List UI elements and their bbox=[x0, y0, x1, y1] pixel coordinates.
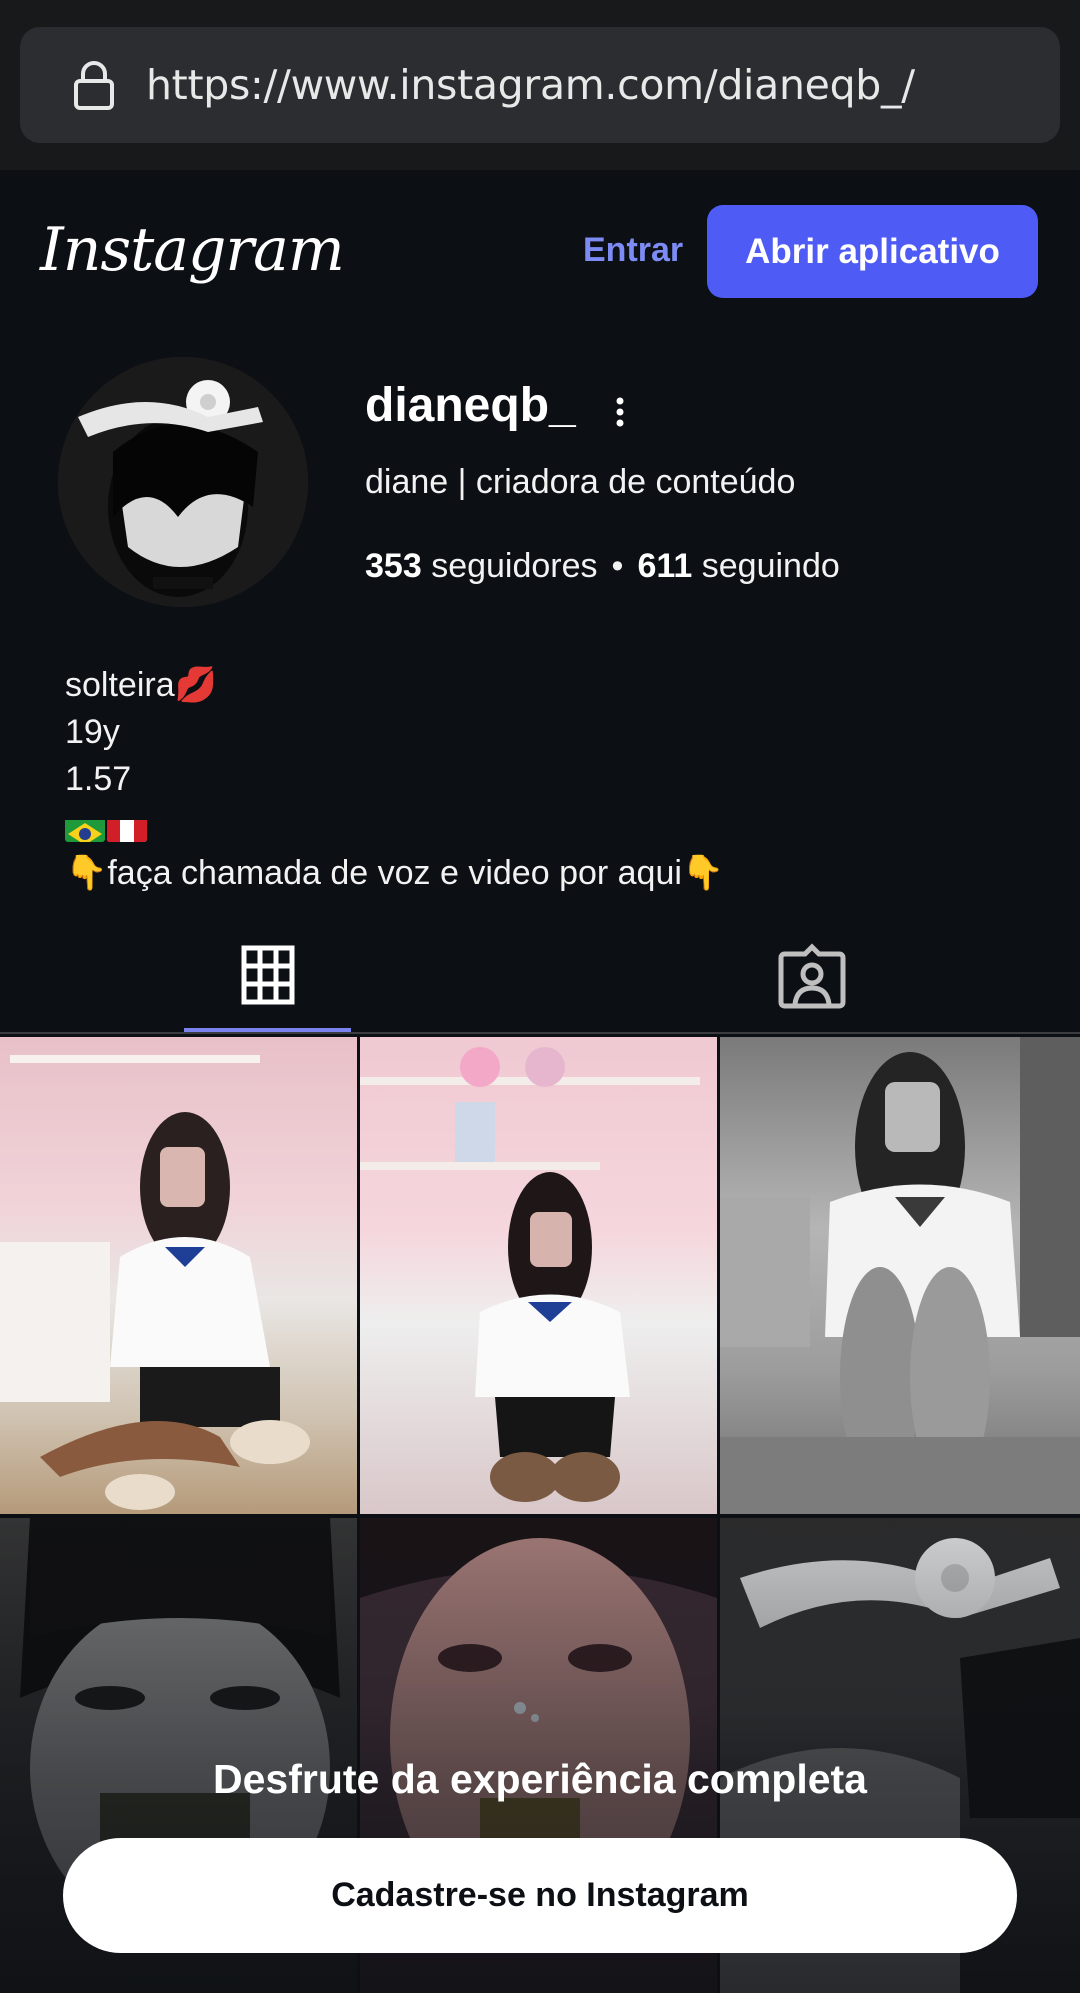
profile-username: dianeqb_ bbox=[365, 379, 576, 432]
instagram-logo[interactable]: Instagram bbox=[40, 215, 345, 285]
avatar[interactable] bbox=[58, 357, 308, 607]
followers-count: 353 bbox=[365, 547, 422, 585]
grid-icon bbox=[241, 945, 295, 1005]
post-image bbox=[720, 1037, 1080, 1514]
browser-toolbar: https://www.instagram.com/dianeqb_/ bbox=[0, 0, 1080, 170]
followers-label: seguidores bbox=[431, 547, 598, 585]
following-label: seguindo bbox=[701, 547, 840, 585]
post-image bbox=[360, 1047, 700, 1502]
tab-posts[interactable] bbox=[184, 930, 351, 1034]
lock-icon[interactable] bbox=[72, 59, 116, 111]
post-thumbnail[interactable] bbox=[0, 1037, 357, 1514]
bio-line: 1.57 bbox=[65, 760, 132, 798]
profile-bio: solteira💋 19y 1.57 👇faça chamada de voz … bbox=[65, 662, 724, 897]
open-app-button[interactable]: Abrir aplicativo bbox=[707, 205, 1038, 298]
peru-flag-icon bbox=[107, 814, 147, 843]
post-image bbox=[0, 1055, 310, 1510]
bio-line: solteira💋 bbox=[65, 666, 217, 704]
post-thumbnail[interactable] bbox=[720, 1037, 1080, 1514]
profile-full-name: diane | criadora de conteúdo bbox=[365, 463, 796, 501]
stats-separator: • bbox=[611, 547, 624, 585]
avatar-image bbox=[58, 357, 308, 607]
tagged-user-icon bbox=[778, 943, 846, 1009]
following-count: 611 bbox=[637, 547, 693, 585]
profile-stats: 353 seguidores • 611 seguindo bbox=[365, 547, 840, 586]
more-options-icon[interactable] bbox=[612, 396, 628, 428]
following-link[interactable]: 611 seguindo bbox=[637, 547, 839, 585]
bio-line: 19y bbox=[65, 713, 120, 751]
login-link[interactable]: Entrar bbox=[583, 231, 683, 270]
url-text[interactable]: https://www.instagram.com/dianeqb_/ bbox=[146, 27, 915, 143]
post-thumbnail[interactable] bbox=[360, 1037, 717, 1514]
brazil-flag-icon bbox=[65, 814, 105, 843]
bio-line: 👇faça chamada de voz e video por aqui👇 bbox=[65, 854, 725, 892]
tab-tagged[interactable] bbox=[735, 930, 890, 1034]
followers-link[interactable]: 353 seguidores bbox=[365, 547, 598, 585]
signup-button[interactable]: Cadastre-se no Instagram bbox=[63, 1838, 1017, 1953]
tabs-divider bbox=[0, 1032, 1080, 1034]
bio-flags bbox=[65, 803, 724, 850]
address-bar[interactable]: https://www.instagram.com/dianeqb_/ bbox=[20, 27, 1060, 143]
promo-title: Desfrute da experiência completa bbox=[213, 1756, 867, 1802]
